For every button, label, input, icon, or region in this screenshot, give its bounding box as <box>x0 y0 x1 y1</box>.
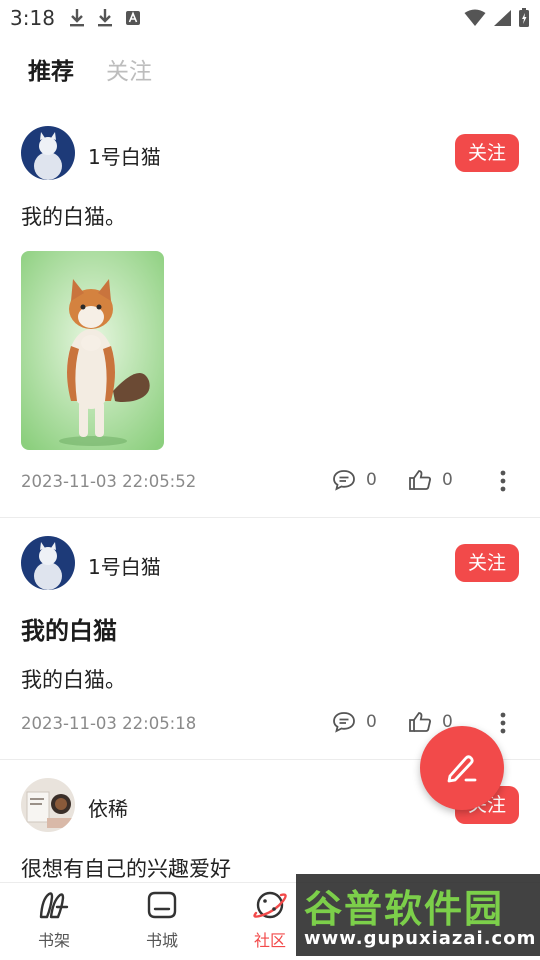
battery-icon <box>519 8 529 27</box>
watermark-title: 谷普软件园 <box>304 887 505 931</box>
compose-post-button[interactable] <box>420 726 504 810</box>
post-body: 我的白猫。 <box>21 205 126 229</box>
follow-button[interactable]: 关注 <box>455 544 519 582</box>
planet-icon <box>253 891 287 919</box>
avatar[interactable] <box>21 536 75 590</box>
post-timestamp: 2023-11-03 22:05:52 <box>21 472 197 491</box>
avatar[interactable] <box>21 778 75 832</box>
post-image[interactable] <box>21 251 164 450</box>
thumbs-up-icon <box>409 470 431 490</box>
tab-following[interactable]: 关注 <box>106 56 152 88</box>
comment-icon <box>333 712 355 733</box>
watermark: 谷普软件园 www.gupuxiazai.com <box>296 874 540 956</box>
post-title: 我的白猫 <box>21 617 117 645</box>
thumbs-up-icon <box>409 712 431 732</box>
tab-recommended[interactable]: 推荐 <box>28 56 74 88</box>
nav-label: 书架 <box>37 931 70 950</box>
feed-tabs: 推荐 关注 <box>28 56 152 88</box>
comment-action[interactable]: 0 <box>332 711 377 733</box>
like-action[interactable]: 0 <box>408 469 453 491</box>
author-name[interactable]: 1号白猫 <box>88 551 161 580</box>
font-app-icon <box>126 11 140 25</box>
author-name[interactable]: 依稀 <box>88 793 128 822</box>
bookshelf-icon <box>39 892 69 919</box>
author-name[interactable]: 1号白猫 <box>88 141 161 170</box>
pencil-icon <box>447 755 477 783</box>
post-divider <box>0 517 540 518</box>
comment-icon <box>333 470 355 491</box>
comment-action[interactable]: 0 <box>332 469 377 491</box>
status-time: 3:18 <box>10 6 55 30</box>
avatar[interactable] <box>21 126 75 180</box>
comment-count: 0 <box>366 470 377 490</box>
like-count: 0 <box>442 470 453 490</box>
bookstore-icon <box>147 891 177 919</box>
follow-button[interactable]: 关注 <box>455 134 519 172</box>
wifi-icon <box>464 9 486 26</box>
nav-label: 书城 <box>145 931 178 950</box>
download-icon <box>98 9 112 27</box>
nav-item-bookstore[interactable]: 书城 <box>122 889 202 951</box>
status-bar: 3:18 <box>0 0 540 36</box>
post-timestamp: 2023-11-03 22:05:18 <box>21 714 197 733</box>
more-options-icon[interactable] <box>500 470 506 492</box>
post-body: 很想有自己的兴趣爱好 <box>21 857 231 881</box>
comment-count: 0 <box>366 712 377 732</box>
more-options-icon[interactable] <box>500 712 506 734</box>
signal-icon <box>494 10 511 26</box>
nav-item-bookshelf[interactable]: 书架 <box>14 889 94 951</box>
download-icon <box>70 9 84 27</box>
watermark-url: www.gupuxiazai.com <box>304 928 537 949</box>
post-body: 我的白猫。 <box>21 668 126 692</box>
